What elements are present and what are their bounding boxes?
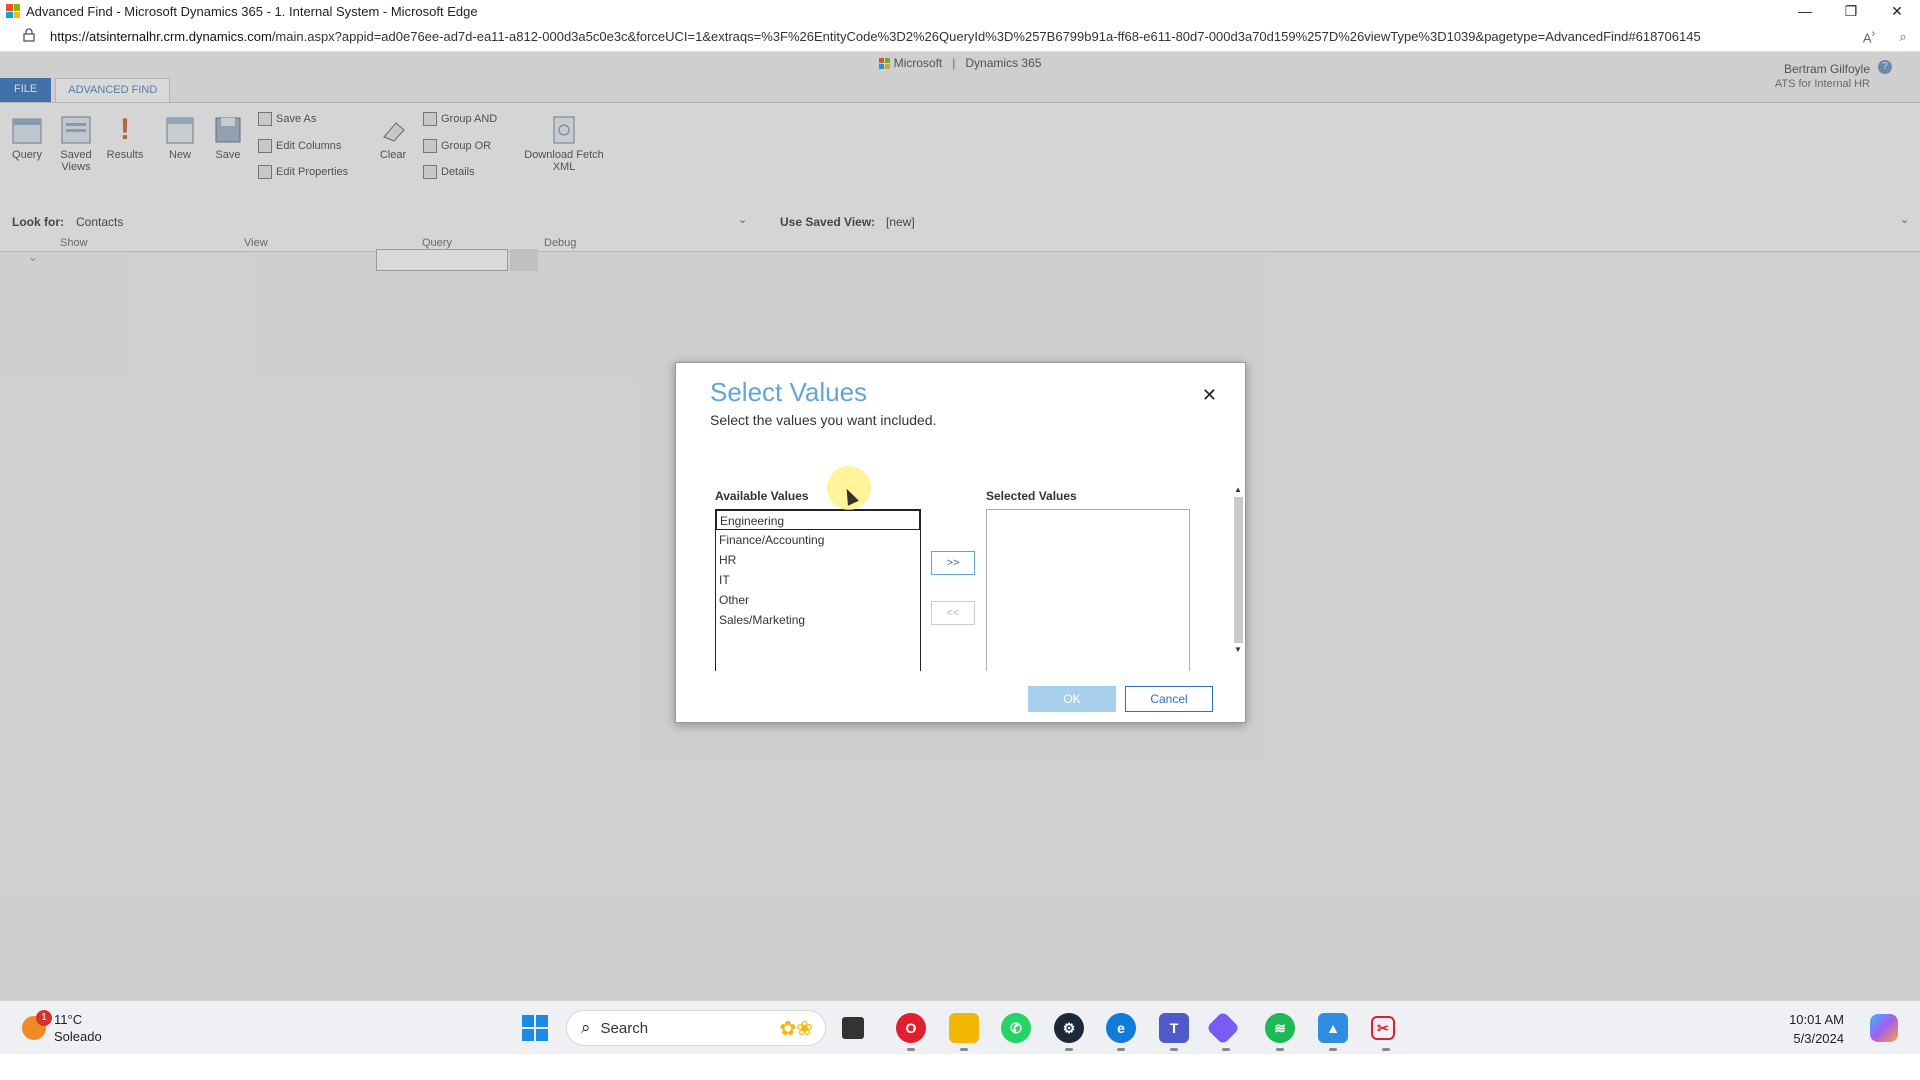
scroll-up-icon[interactable]: ▲ bbox=[1232, 485, 1244, 495]
close-icon[interactable]: ✕ bbox=[1202, 385, 1217, 406]
system-clock[interactable]: 10:01 AM 5/3/2024 bbox=[1782, 1010, 1844, 1048]
list-item[interactable]: HR bbox=[716, 550, 920, 570]
list-item[interactable]: IT bbox=[716, 570, 920, 590]
running-indicator bbox=[1222, 1048, 1230, 1051]
weather-widget[interactable]: 1 11°C Soleado bbox=[22, 1010, 102, 1045]
url-path: /main.aspx?appid=ad0e76ee-ad7d-ea11-a812… bbox=[271, 29, 1701, 44]
running-indicator bbox=[1065, 1048, 1073, 1051]
whatsapp-icon[interactable]: ✆ bbox=[1001, 1013, 1031, 1043]
start-button[interactable] bbox=[522, 1015, 548, 1041]
running-indicator bbox=[960, 1048, 968, 1051]
ok-button[interactable]: OK bbox=[1028, 686, 1116, 712]
flowers-icon: ✿❀ bbox=[779, 1017, 813, 1040]
photos-icon[interactable]: ▲ bbox=[1318, 1013, 1348, 1043]
read-aloud-icon[interactable]: A› bbox=[1852, 28, 1886, 45]
url-text[interactable]: https://atsinternalhr.crm.dynamics.com/m… bbox=[50, 29, 1852, 44]
running-indicator bbox=[1276, 1048, 1284, 1051]
running-indicator bbox=[1170, 1048, 1178, 1051]
available-values-list[interactable]: Engineering Finance/Accounting HR IT Oth… bbox=[715, 509, 921, 671]
dialog-subtitle: Select the values you want included. bbox=[710, 412, 937, 428]
scroll-down-icon[interactable]: ▼ bbox=[1232, 645, 1244, 655]
weather-sun-icon: 1 bbox=[22, 1010, 52, 1040]
list-item[interactable]: Other bbox=[716, 590, 920, 610]
browser-title-bar: Advanced Find - Microsoft Dynamics 365 -… bbox=[0, 0, 1920, 22]
remove-values-button[interactable]: << bbox=[931, 601, 975, 625]
edge-icon[interactable]: e bbox=[1106, 1013, 1136, 1043]
weather-desc: Soleado bbox=[54, 1029, 102, 1044]
taskbar: 1 11°C Soleado ⌕ Search ✿❀ O ✆ ⚙ e T ≋ ▲… bbox=[0, 1000, 1920, 1054]
search-placeholder: Search bbox=[600, 1019, 649, 1037]
running-indicator bbox=[1117, 1048, 1125, 1051]
running-indicator bbox=[1329, 1048, 1337, 1051]
window-title: Advanced Find - Microsoft Dynamics 365 -… bbox=[26, 3, 478, 19]
spotify-icon[interactable]: ≋ bbox=[1265, 1013, 1295, 1043]
running-indicator bbox=[1382, 1048, 1390, 1051]
available-values-label: Available Values bbox=[715, 489, 809, 503]
copilot-icon[interactable] bbox=[1870, 1014, 1898, 1042]
add-values-button[interactable]: >> bbox=[931, 551, 975, 575]
steam-icon[interactable]: ⚙ bbox=[1054, 1013, 1084, 1043]
task-view-icon[interactable] bbox=[842, 1017, 864, 1039]
dialog-scrollbar[interactable]: ▲ ▼ bbox=[1232, 485, 1244, 667]
running-indicator bbox=[907, 1048, 915, 1051]
notification-badge: 1 bbox=[36, 1010, 52, 1026]
search-icon: ⌕ bbox=[581, 1018, 591, 1037]
list-item[interactable]: Finance/Accounting bbox=[716, 530, 920, 550]
select-values-dialog: Select Values Select the values you want… bbox=[675, 362, 1246, 723]
snipping-tool-icon[interactable]: ✂ bbox=[1371, 1016, 1395, 1040]
selected-values-list[interactable] bbox=[986, 509, 1190, 671]
restore-button[interactable]: ❐ bbox=[1828, 3, 1874, 20]
zoom-icon[interactable]: ⌕ bbox=[1886, 29, 1920, 45]
list-item[interactable]: Engineering bbox=[716, 510, 920, 530]
teams-icon[interactable]: T bbox=[1159, 1013, 1189, 1043]
url-host: https://atsinternalhr.crm.dynamics.com bbox=[50, 29, 272, 44]
selected-values-label: Selected Values bbox=[986, 489, 1077, 503]
list-item[interactable]: Sales/Marketing bbox=[716, 610, 920, 630]
microsoft-logo-icon bbox=[6, 4, 20, 18]
taskbar-search[interactable]: ⌕ Search ✿❀ bbox=[566, 1010, 826, 1046]
weather-temp: 11°C bbox=[54, 1012, 83, 1027]
file-explorer-icon[interactable] bbox=[949, 1013, 979, 1043]
clock-date: 5/3/2024 bbox=[1793, 1031, 1844, 1046]
minimize-button[interactable]: — bbox=[1782, 3, 1828, 19]
diamond-app-icon[interactable] bbox=[1206, 1011, 1240, 1045]
clock-time: 10:01 AM bbox=[1789, 1012, 1844, 1027]
close-window-button[interactable]: ✕ bbox=[1874, 3, 1920, 20]
screen-bottom-margin bbox=[0, 1054, 1920, 1080]
lock-icon[interactable] bbox=[18, 28, 40, 45]
address-bar[interactable]: https://atsinternalhr.crm.dynamics.com/m… bbox=[0, 22, 1920, 52]
dialog-title: Select Values bbox=[710, 377, 868, 407]
cancel-button[interactable]: Cancel bbox=[1125, 686, 1213, 712]
scroll-thumb[interactable] bbox=[1233, 497, 1243, 643]
opera-icon[interactable]: O bbox=[896, 1013, 926, 1043]
